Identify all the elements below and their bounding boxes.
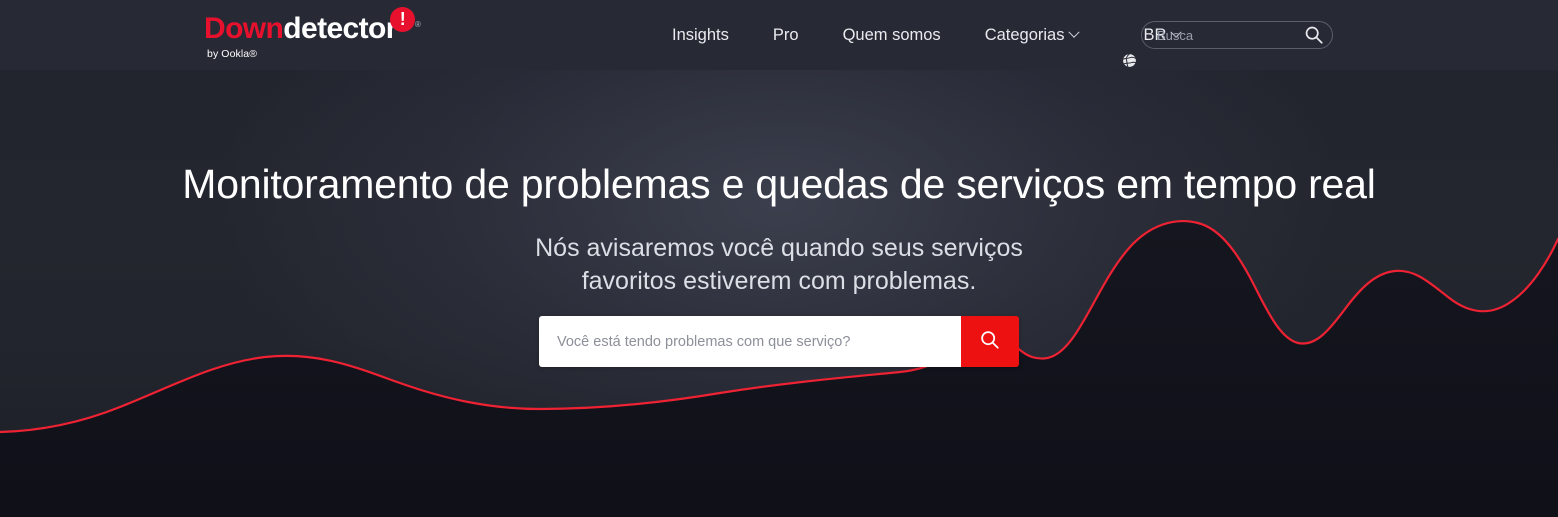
nav-label-quem-somos: Quem somos: [842, 26, 941, 44]
hero-search-input[interactable]: [539, 316, 961, 367]
logo-tagline: by Ookla®: [207, 48, 258, 60]
hero-subtitle: Nós avisaremos você quando seus serviços…: [0, 232, 1558, 298]
hero-subtitle-line-2: favoritos estiverem com problemas.: [581, 267, 977, 295]
hero-subtitle-line-1: Nós avisaremos você quando seus serviços: [535, 234, 1023, 262]
logo-word-detector: detector: [283, 12, 397, 45]
downdetector-logo[interactable]: Downdetector ! ® by Ookla®: [204, 7, 434, 64]
hero-search-box[interactable]: [539, 316, 1019, 367]
header-search-box[interactable]: [1141, 21, 1333, 49]
nav-item-insights[interactable]: Insights: [650, 0, 751, 70]
header-search-input[interactable]: [1157, 22, 1302, 48]
nav-label-categorias: Categorias: [984, 26, 1065, 44]
alert-badge-icon: !: [390, 7, 415, 32]
search-icon: [1304, 26, 1324, 48]
nav-label-insights: Insights: [672, 26, 729, 44]
main-navigation: Insights Pro Quem somos Categorias BR: [650, 0, 1202, 70]
hero-title: Monitoramento de problemas e quedas de s…: [182, 161, 1376, 207]
hero-section: Monitoramento de problemas e quedas de s…: [0, 70, 1558, 517]
nav-item-quem-somos[interactable]: Quem somos: [821, 0, 963, 70]
logo-word-down: Down: [204, 12, 284, 45]
site-header: Downdetector ! ® by Ookla® Insights Pro …: [0, 0, 1558, 70]
registered-mark: ®: [415, 20, 421, 29]
header-search-button[interactable]: [1303, 25, 1325, 47]
search-icon: [979, 329, 1001, 354]
downdetector-homepage: Downdetector ! ® by Ookla® Insights Pro …: [0, 0, 1558, 517]
chevron-down-icon: [1068, 26, 1081, 38]
nav-item-pro[interactable]: Pro: [751, 0, 821, 70]
hero-search-button[interactable]: [961, 316, 1019, 367]
nav-item-categorias[interactable]: Categorias: [963, 0, 1101, 70]
globe-icon: [1122, 28, 1138, 68]
logo-wordmark: Downdetector ! ®: [204, 7, 434, 46]
nav-label-pro: Pro: [772, 26, 799, 44]
